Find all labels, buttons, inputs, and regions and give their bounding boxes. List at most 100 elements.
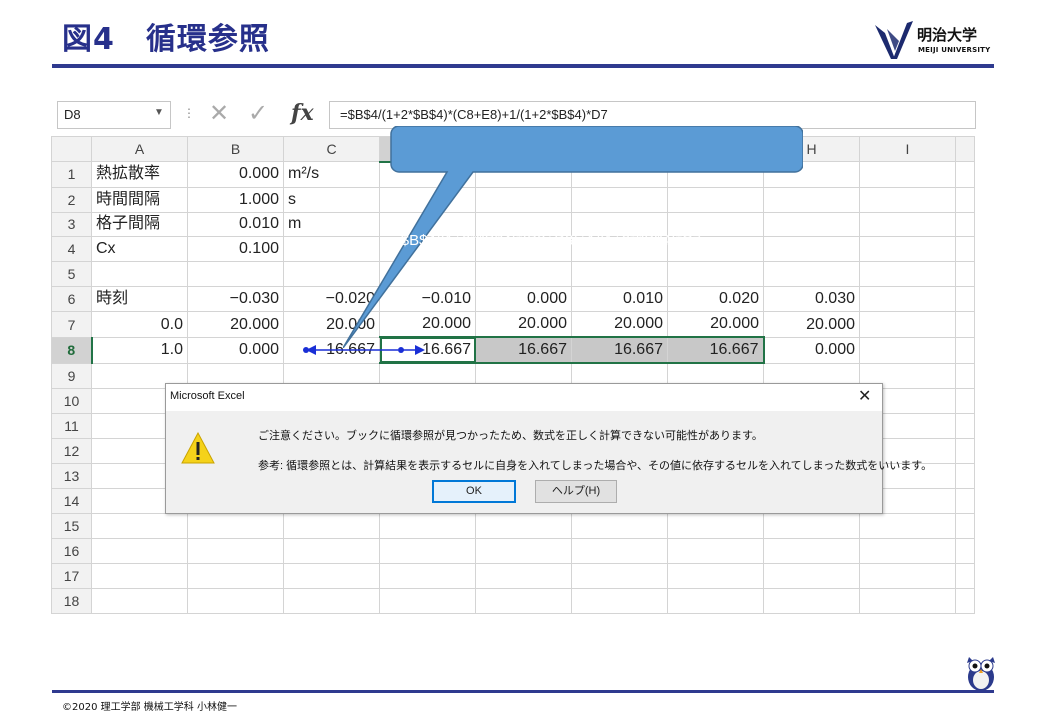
logo-japanese-name: 明治大学 <box>917 26 978 44</box>
cell-c16[interactable] <box>283 537 380 564</box>
row-header-16[interactable]: 16 <box>51 537 92 564</box>
row-header-7[interactable]: 7 <box>51 311 92 338</box>
cell-d17[interactable] <box>379 562 476 589</box>
cell-a18[interactable] <box>91 587 188 615</box>
cell-i16[interactable] <box>859 537 956 564</box>
row-header-11[interactable]: 11 <box>51 413 92 440</box>
cell-i4[interactable] <box>859 236 956 263</box>
cell-e15[interactable] <box>475 513 572 539</box>
cancel-icon[interactable]: ✕ <box>209 99 229 128</box>
row-header-17[interactable]: 17 <box>51 562 92 589</box>
grid-spacer-cell <box>955 362 975 390</box>
cell-h16[interactable] <box>763 537 860 564</box>
cell-a1[interactable]: 熱拡散率 <box>91 161 188 188</box>
cell-g16[interactable] <box>667 537 764 564</box>
cell-a3[interactable]: 格子間隔 <box>91 211 188 238</box>
cell-i7[interactable] <box>859 311 956 338</box>
row-header-8[interactable]: 8 <box>51 336 93 364</box>
cell-a16[interactable] <box>91 537 188 564</box>
cell-c18[interactable] <box>283 587 380 615</box>
column-header-b[interactable]: B <box>187 135 284 163</box>
row-header-10[interactable]: 10 <box>51 388 92 415</box>
cell-f18[interactable] <box>571 587 668 615</box>
cell-d15[interactable] <box>379 513 476 539</box>
row-header-5[interactable]: 5 <box>51 261 92 288</box>
cell-e18[interactable] <box>475 587 572 615</box>
cell-b18[interactable] <box>187 587 284 615</box>
insert-function-icon[interactable]: fx <box>291 100 314 126</box>
cell-i5[interactable] <box>859 261 956 288</box>
row-header-3[interactable]: 3 <box>51 211 92 238</box>
cell-a7[interactable]: 0.0 <box>91 311 188 338</box>
cell-a15[interactable] <box>91 513 188 539</box>
more-options-icon: ⋮ <box>183 106 195 120</box>
cell-h18[interactable] <box>763 587 860 615</box>
grid-spacer-cell <box>955 161 975 188</box>
column-header-i[interactable]: I <box>859 135 956 163</box>
cell-b15[interactable] <box>187 513 284 539</box>
cell-h17[interactable] <box>763 562 860 589</box>
cell-i15[interactable] <box>859 513 956 539</box>
cell-b17[interactable] <box>187 562 284 589</box>
cell-e16[interactable] <box>475 537 572 564</box>
cell-b5[interactable] <box>187 261 284 288</box>
cell-i2[interactable] <box>859 186 956 213</box>
cell-i8[interactable] <box>859 336 956 364</box>
row-header-6[interactable]: 6 <box>51 286 92 313</box>
cell-i1[interactable] <box>859 161 956 188</box>
cell-b8[interactable]: 0.000 <box>187 336 284 364</box>
row-header-4[interactable]: 4 <box>51 236 92 263</box>
row-header-15[interactable]: 15 <box>51 513 92 539</box>
cell-h15[interactable] <box>763 513 860 539</box>
row-header-18[interactable]: 18 <box>51 587 92 615</box>
cell-b7[interactable]: 20.000 <box>187 311 284 338</box>
slide-title: 図4 循環参照 <box>62 22 270 57</box>
cell-f15[interactable] <box>571 513 668 539</box>
name-box[interactable]: D8 ▼ <box>57 101 171 129</box>
university-logo: 明治大学 MEIJI UNIVERSITY <box>873 19 993 61</box>
cell-b1[interactable]: 0.000 <box>187 161 284 188</box>
cell-g15[interactable] <box>667 513 764 539</box>
cell-g18[interactable] <box>667 587 764 615</box>
cell-a17[interactable] <box>91 562 188 589</box>
help-button[interactable]: ヘルプ(H) <box>535 480 617 503</box>
ok-button[interactable]: OK <box>432 480 516 503</box>
cell-b2[interactable]: 1.000 <box>187 186 284 213</box>
row-header-12[interactable]: 12 <box>51 438 92 465</box>
cell-i18[interactable] <box>859 587 956 615</box>
cell-b16[interactable] <box>187 537 284 564</box>
cell-f17[interactable] <box>571 562 668 589</box>
grid-spacer-cell <box>955 388 975 415</box>
cell-a6[interactable]: 時刻 <box>91 286 188 313</box>
enter-check-icon[interactable]: ✓ <box>248 99 268 128</box>
cell-i3[interactable] <box>859 211 956 238</box>
cell-b6[interactable]: −0.030 <box>187 286 284 313</box>
cell-f16[interactable] <box>571 537 668 564</box>
cell-b3[interactable]: 0.010 <box>187 211 284 238</box>
cell-d18[interactable] <box>379 587 476 615</box>
formula-input[interactable]: =$B$4/(1+2*$B$4)*(C8+E8)+1/(1+2*$B$4)*D7 <box>329 101 976 129</box>
row-header-1[interactable]: 1 <box>51 161 92 188</box>
owl-mascot-icon <box>967 657 995 691</box>
cell-a8[interactable]: 1.0 <box>91 336 188 364</box>
chevron-down-icon[interactable]: ▼ <box>154 107 164 118</box>
cell-g17[interactable] <box>667 562 764 589</box>
cell-c17[interactable] <box>283 562 380 589</box>
cell-i17[interactable] <box>859 562 956 589</box>
warning-icon <box>181 432 215 464</box>
column-header-a[interactable]: A <box>91 135 188 163</box>
cell-c15[interactable] <box>283 513 380 539</box>
cell-e17[interactable] <box>475 562 572 589</box>
row-header-2[interactable]: 2 <box>51 186 92 213</box>
row-header-14[interactable]: 14 <box>51 488 92 514</box>
cell-a5[interactable] <box>91 261 188 288</box>
cell-d16[interactable] <box>379 537 476 564</box>
cell-i6[interactable] <box>859 286 956 313</box>
cell-a4[interactable]: Cx <box>91 236 188 263</box>
row-header-13[interactable]: 13 <box>51 463 92 490</box>
cell-b4[interactable]: 0.100 <box>187 236 284 263</box>
select-all-corner[interactable] <box>51 135 92 163</box>
close-icon[interactable]: ✕ <box>858 386 871 406</box>
cell-a2[interactable]: 時間間隔 <box>91 186 188 213</box>
row-header-9[interactable]: 9 <box>51 362 92 390</box>
